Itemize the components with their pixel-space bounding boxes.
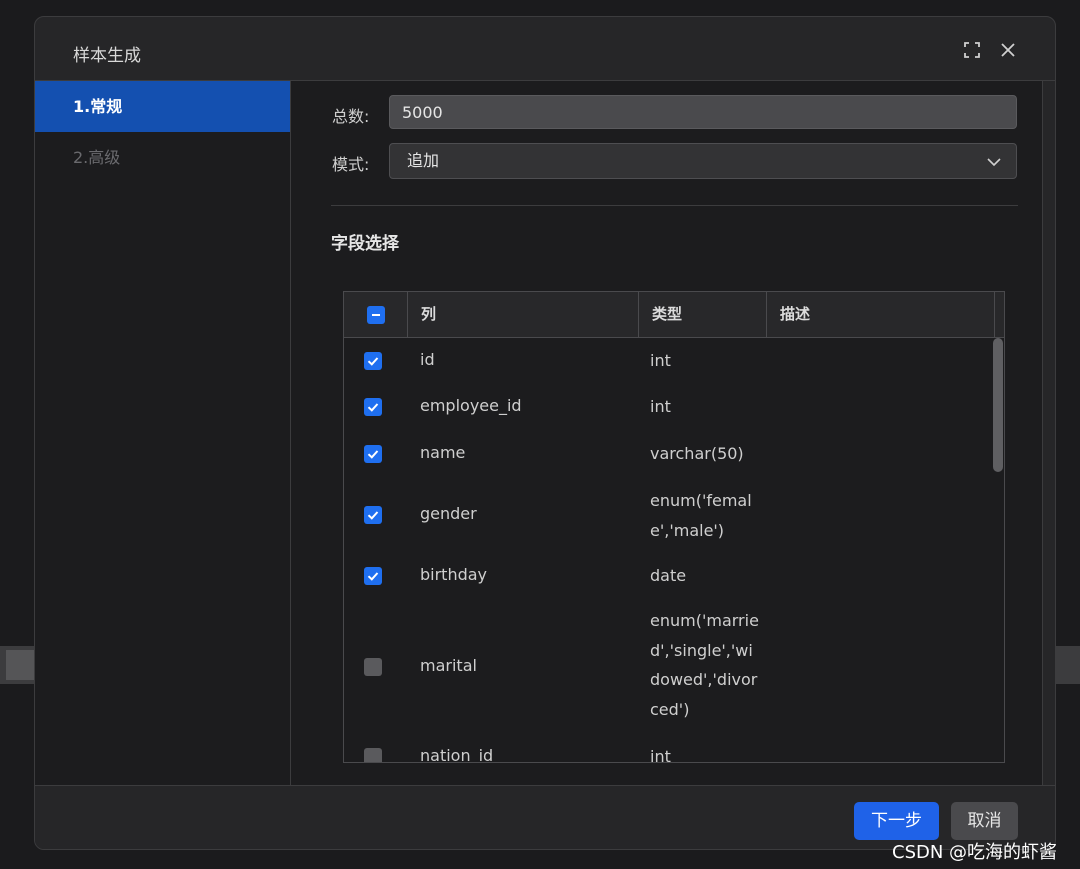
table-scrollbar[interactable]	[993, 338, 1003, 472]
row-column-name: birthday	[420, 565, 488, 584]
header-select-all-cell	[344, 292, 408, 337]
table-row: employee_id int	[344, 384, 992, 431]
row-column-type: date	[650, 566, 687, 585]
total-input[interactable]: 5000	[389, 95, 1017, 129]
chevron-down-icon	[987, 158, 1001, 167]
row-column-name: name	[420, 443, 466, 462]
row-column-name: id	[420, 350, 435, 369]
row-checkbox[interactable]	[364, 352, 382, 370]
mode-select[interactable]: 追加	[389, 143, 1017, 179]
maximize-icon	[964, 42, 980, 58]
row-column-name: marital	[420, 656, 477, 675]
total-row: 总数: 5000	[332, 95, 1019, 131]
maximize-button[interactable]	[961, 39, 983, 61]
row-checkbox[interactable]	[364, 445, 382, 463]
row-column-type: enum('female','male')	[650, 491, 752, 540]
table-row: name varchar(50)	[344, 431, 992, 478]
select-all-checkbox[interactable]	[367, 306, 385, 324]
row-column-name: nation_id	[420, 746, 494, 763]
total-label: 总数:	[332, 107, 370, 126]
field-selection-title: 字段选择	[331, 234, 399, 254]
row-column-name: gender	[420, 504, 477, 523]
row-column-type: varchar(50)	[650, 444, 744, 463]
row-checkbox[interactable]	[364, 567, 382, 585]
table-row: birthday date	[344, 553, 992, 598]
next-step-button[interactable]: 下一步	[854, 802, 939, 840]
dialog-header: 样本生成	[35, 17, 1055, 81]
table-row: marital enum('married','single','widowed…	[344, 598, 992, 732]
row-column-name: employee_id	[420, 396, 522, 415]
cancel-button[interactable]: 取消	[951, 802, 1018, 840]
row-column-type: int	[650, 747, 671, 763]
background-panel-edge-right	[1054, 646, 1080, 684]
row-checkbox[interactable]	[364, 398, 382, 416]
step-general[interactable]: 1.常规	[35, 81, 290, 132]
table-row: gender enum('female','male')	[344, 478, 992, 553]
background-panel-edge-left	[0, 646, 36, 684]
row-checkbox[interactable]	[364, 506, 382, 524]
row-checkbox[interactable]	[364, 748, 382, 762]
mode-selected-value: 追加	[407, 151, 440, 170]
step-content: 总数: 5000 模式: 追加 字段选择 列 类型 描述 id int empl…	[291, 81, 1043, 785]
field-table: 列 类型 描述 id int employee_id int name varc…	[343, 291, 1005, 763]
row-column-type: enum('married','single','widowed','divor…	[650, 611, 759, 719]
table-header: 列 类型 描述	[344, 292, 1004, 338]
close-button[interactable]	[997, 39, 1019, 61]
table-row: id int	[344, 338, 992, 384]
mode-label: 模式:	[332, 155, 370, 174]
close-icon	[1001, 43, 1015, 57]
column-header-description[interactable]: 描述	[767, 292, 995, 337]
csdn-watermark: CSDN @吃海的虾酱	[892, 842, 1058, 863]
row-checkbox[interactable]	[364, 658, 382, 676]
sample-generation-dialog: 样本生成 1.常规 2.高级 总数: 5000 模式: 追加 字段选择 列 类型…	[34, 16, 1056, 850]
table-row: nation_id int	[344, 732, 992, 763]
mode-row: 模式: 追加	[332, 143, 1019, 179]
dialog-title: 样本生成	[73, 46, 141, 66]
form-divider	[331, 205, 1018, 206]
step-advanced[interactable]: 2.高级	[35, 132, 290, 183]
column-header-name[interactable]: 列	[408, 292, 639, 337]
column-header-type[interactable]: 类型	[639, 292, 767, 337]
row-column-type: int	[650, 351, 671, 370]
table-body: id int employee_id int name varchar(50)	[344, 338, 1004, 762]
row-column-type: int	[650, 397, 671, 416]
steps-sidebar: 1.常规 2.高级	[35, 81, 291, 785]
